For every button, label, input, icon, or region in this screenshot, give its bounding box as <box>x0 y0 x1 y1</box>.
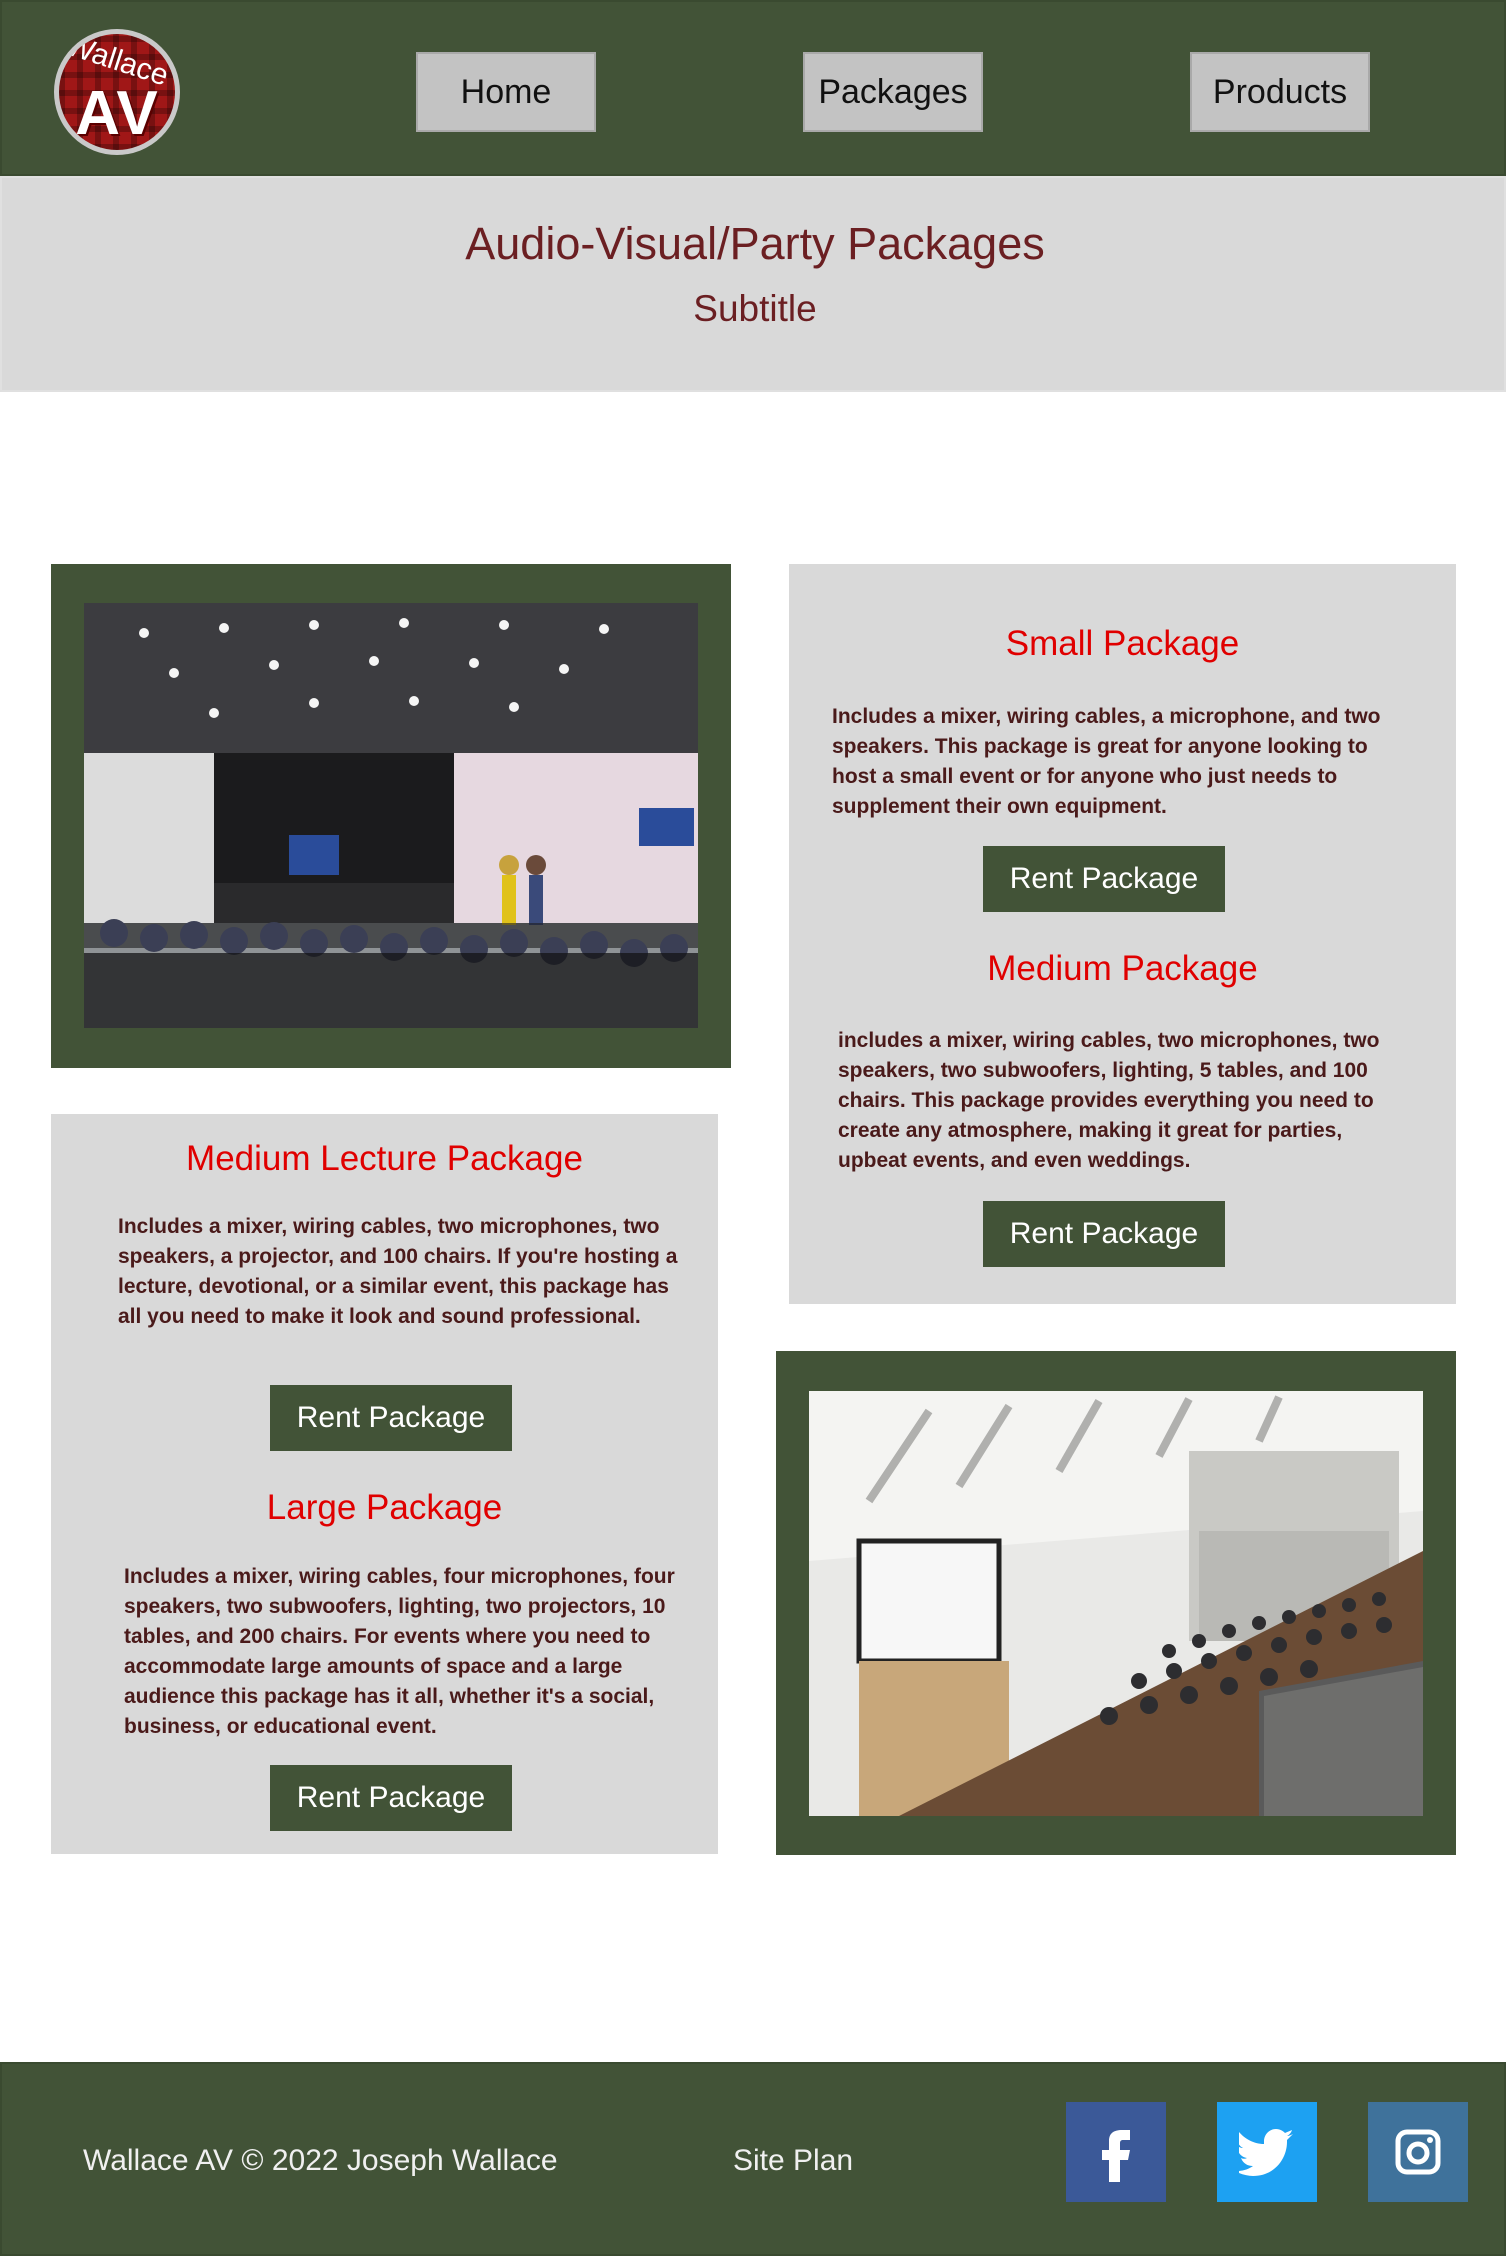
medium-lecture-package-description: Includes a mixer, wiring cables, two mic… <box>118 1215 678 1328</box>
event-photo <box>84 603 698 1028</box>
rent-small-package-label: Rent Package <box>1009 862 1199 895</box>
page-subtitle: Subtitle <box>693 288 817 329</box>
wallace-av-logo[interactable]: Wallace AV <box>54 29 180 155</box>
site-footer: Wallace AV © 2022 Joseph Wallace Site Pl… <box>0 2062 1506 2256</box>
lecture-large-package-card: Medium Lecture Package Includes a mixer,… <box>51 1114 718 1854</box>
site-header: Wallace AV Home Packages Products <box>0 0 1506 176</box>
small-package-description: Includes a mixer, wiring cables, a micro… <box>832 705 1381 818</box>
page-title: Audio-Visual/Party Packages <box>465 218 1045 269</box>
event-photo-frame <box>51 564 731 1068</box>
lecture-photo <box>809 1391 1423 1816</box>
large-package-title: Large Package <box>266 1488 503 1527</box>
rent-large-package-label: Rent Package <box>296 1781 486 1814</box>
rent-medium-lecture-package-button[interactable]: Rent Package <box>270 1385 512 1451</box>
lecture-hall-image <box>809 1391 1423 1816</box>
twitter-glyph <box>1239 2129 1293 2176</box>
event-hall-image <box>84 603 698 1028</box>
nav-home-button[interactable]: Home <box>416 52 596 132</box>
medium-package-description: includes a mixer, wiring cables, two mic… <box>838 1029 1380 1172</box>
facebook-glyph <box>1102 2130 1130 2182</box>
logo-text-main: AV <box>75 79 159 148</box>
nav-products-label: Products <box>1212 72 1348 111</box>
rent-medium-lecture-package-label: Rent Package <box>296 1401 486 1434</box>
instagram-glyph <box>1395 2129 1441 2175</box>
footer-copyright: Wallace AV © 2022 Joseph Wallace <box>83 2144 558 2177</box>
facebook-icon[interactable] <box>1066 2102 1166 2202</box>
rent-medium-package-label: Rent Package <box>1009 1217 1199 1250</box>
nav-packages-label: Packages <box>818 72 968 111</box>
large-package-description: Includes a mixer, wiring cables, four mi… <box>124 1565 675 1738</box>
nav-products-button[interactable]: Products <box>1190 52 1370 132</box>
nav-home-label: Home <box>460 72 552 111</box>
lecture-photo-frame <box>776 1351 1456 1855</box>
small-medium-package-card: Small Package Includes a mixer, wiring c… <box>789 564 1456 1304</box>
rent-large-package-button[interactable]: Rent Package <box>270 1765 512 1831</box>
medium-lecture-package-title: Medium Lecture Package <box>186 1139 583 1178</box>
hero-banner: Audio-Visual/Party Packages Subtitle <box>0 176 1506 392</box>
rent-medium-package-button[interactable]: Rent Package <box>983 1201 1225 1267</box>
medium-package-title: Medium Package <box>987 949 1258 988</box>
instagram-icon[interactable] <box>1368 2102 1468 2202</box>
small-package-title: Small Package <box>1005 624 1240 663</box>
rent-small-package-button[interactable]: Rent Package <box>983 846 1225 912</box>
nav-packages-button[interactable]: Packages <box>803 52 983 132</box>
site-plan-link[interactable]: Site Plan <box>733 2144 853 2178</box>
twitter-icon[interactable] <box>1217 2102 1317 2202</box>
